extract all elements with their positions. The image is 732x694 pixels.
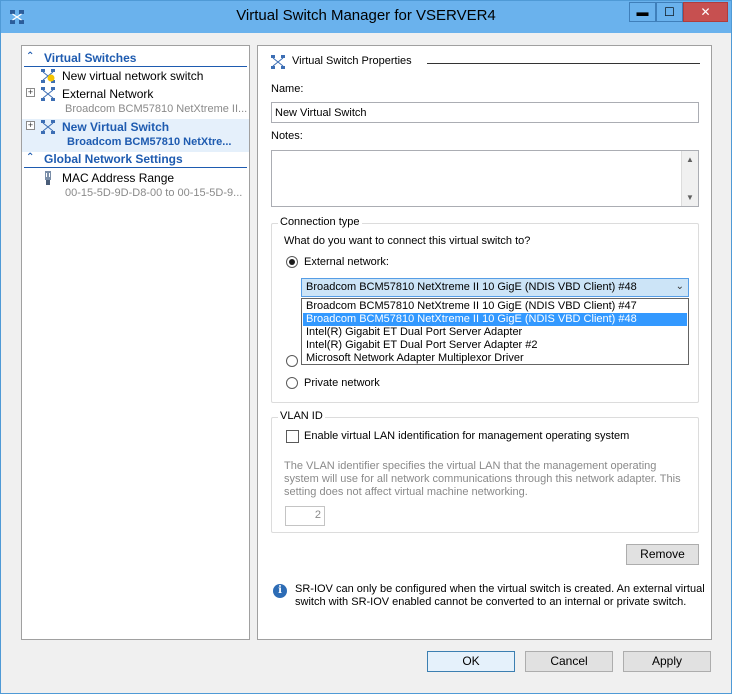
ok-button[interactable]: OK — [427, 651, 515, 672]
adapter-dropdown-list: Broadcom BCM57810 NetXtreme II 10 GigE (… — [301, 298, 689, 365]
maximize-button[interactable]: ☐ — [656, 2, 683, 22]
collapse-chevron-icon[interactable]: ⌃ — [26, 152, 34, 163]
new-switch-icon — [41, 69, 55, 83]
enable-vlan-checkbox[interactable] — [286, 430, 299, 443]
private-network-label: Private network — [304, 377, 380, 389]
internal-network-radio[interactable] — [286, 355, 298, 367]
tree-item-mac-address-range[interactable]: MAC Address Range 00-15-5D-9D-D8-00 to 0… — [22, 170, 249, 203]
enable-vlan-label: Enable virtual LAN identification for ma… — [304, 430, 630, 442]
name-label: Name: — [271, 83, 304, 95]
dropdown-option-selected[interactable]: Broadcom BCM57810 NetXtreme II 10 GigE (… — [303, 313, 687, 326]
tree-item-new-virtual-network-switch[interactable]: New virtual network switch — [22, 68, 249, 85]
notes-scrollbar[interactable]: ▲ ▼ — [681, 151, 698, 206]
dropdown-option[interactable]: Microsoft Network Adapter Multiplexor Dr… — [303, 352, 687, 365]
notes-label: Notes: — [271, 130, 303, 142]
virtual-switch-icon — [41, 120, 55, 134]
chevron-down-icon[interactable]: ⌄ — [676, 281, 684, 292]
section-divider — [24, 66, 247, 67]
external-network-radio[interactable] — [286, 256, 298, 268]
private-network-radio[interactable] — [286, 377, 298, 389]
properties-header: Virtual Switch Properties — [270, 54, 700, 70]
global-network-settings-header[interactable]: ⌃ Global Network Settings — [24, 152, 247, 167]
minimize-button[interactable]: ▬ — [629, 2, 656, 22]
sr-iov-info-text: SR-IOV can only be configured when the v… — [295, 583, 705, 608]
dropdown-option[interactable]: Intel(R) Gigabit ET Dual Port Server Ada… — [303, 326, 687, 339]
expand-icon[interactable]: + — [26, 121, 35, 130]
section-divider — [24, 167, 247, 168]
virtual-switch-icon — [271, 55, 285, 69]
external-adapter-select[interactable]: Broadcom BCM57810 NetXtreme II 10 GigE (… — [301, 278, 689, 297]
collapse-chevron-icon[interactable]: ⌃ — [26, 51, 34, 62]
tree-item-new-virtual-switch[interactable]: + New Virtual Switch Broadcom BCM57810 N… — [22, 119, 249, 152]
header-rule — [427, 63, 700, 64]
tree-item-external-network[interactable]: + External Network Broadcom BCM57810 Net… — [22, 86, 249, 119]
switch-properties-pane: Virtual Switch Properties Name: Notes: ▲… — [257, 45, 712, 640]
vlan-description: The VLAN identifier specifies the virtua… — [284, 460, 681, 498]
external-network-label: External network: — [304, 256, 389, 268]
scroll-down-icon[interactable]: ▼ — [682, 189, 698, 206]
connection-type-title: Connection type — [278, 216, 362, 228]
apply-button[interactable]: Apply — [623, 651, 711, 672]
notes-textarea[interactable]: ▲ ▼ — [271, 150, 699, 207]
remove-button[interactable]: Remove — [626, 544, 699, 565]
dropdown-option[interactable]: Broadcom BCM57810 NetXtreme II 10 GigE (… — [303, 300, 687, 313]
vlan-id-title: VLAN ID — [278, 410, 325, 422]
dropdown-option[interactable]: Intel(R) Gigabit ET Dual Port Server Ada… — [303, 339, 687, 352]
virtual-switch-manager-window: Virtual Switch Manager for VSERVER4 ▬ ☐ … — [0, 0, 732, 694]
title-bar[interactable]: Virtual Switch Manager for VSERVER4 ▬ ☐ … — [1, 1, 731, 33]
network-adapter-icon — [45, 171, 51, 185]
virtual-switch-icon — [41, 87, 55, 101]
window-title: Virtual Switch Manager for VSERVER4 — [236, 7, 496, 24]
close-button[interactable]: ✕ — [683, 2, 728, 22]
expand-icon[interactable]: + — [26, 88, 35, 97]
connection-question: What do you want to connect this virtual… — [284, 235, 531, 247]
vlan-id-input[interactable]: 2 — [285, 506, 325, 526]
info-icon: i — [273, 584, 287, 598]
scroll-up-icon[interactable]: ▲ — [682, 151, 698, 168]
cancel-button[interactable]: Cancel — [525, 651, 613, 672]
name-input[interactable] — [271, 102, 699, 123]
virtual-switches-header[interactable]: ⌃ Virtual Switches — [24, 51, 247, 66]
switch-tree-pane: ⌃ Virtual Switches New virtual network s… — [21, 45, 250, 640]
